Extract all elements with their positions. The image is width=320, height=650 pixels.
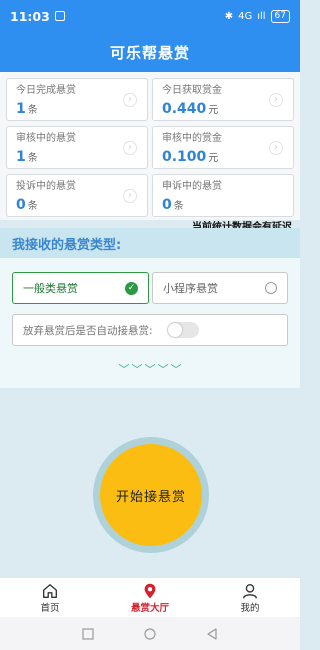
chevron-right-icon: ›: [269, 93, 283, 107]
bluetooth-icon: ✱: [224, 10, 234, 22]
stat-label: 投诉中的悬赏: [16, 181, 76, 192]
stat-unit: 条: [27, 105, 38, 116]
auto-accept-row: 放弃悬赏后是否自动接悬赏:: [12, 314, 288, 346]
stat-card-appeals[interactable]: 申诉中的悬赏 0条: [152, 174, 294, 217]
location-pin-icon: [144, 583, 156, 598]
home-circle-icon[interactable]: [144, 627, 156, 640]
stat-card-complaints[interactable]: 投诉中的悬赏 0条 ›: [6, 174, 148, 217]
stat-unit: 元: [208, 153, 219, 164]
tab-home[interactable]: 首页: [0, 578, 100, 617]
start-accepting-button[interactable]: 开始接悬赏: [100, 444, 202, 546]
status-bar: 11:03 ✱ 4G ıll 67: [0, 0, 300, 32]
page-title: 可乐帮悬赏: [0, 32, 300, 72]
option-label: 一般类悬赏: [23, 282, 78, 295]
tab-reward-hall[interactable]: 悬赏大厅: [100, 578, 200, 617]
system-nav-bar: [0, 617, 300, 650]
chevron-right-icon: ›: [269, 141, 283, 155]
stat-value: 0: [16, 197, 26, 213]
chevron-right-icon: ›: [123, 189, 137, 203]
stat-card-today-completed[interactable]: 今日完成悬赏 1条 ›: [6, 78, 148, 121]
signal-icon: ıll: [257, 10, 266, 22]
auto-accept-toggle[interactable]: [166, 322, 199, 338]
stat-unit: 元: [208, 105, 219, 116]
stat-value: 0.440: [162, 101, 207, 117]
stat-value: 1: [16, 149, 26, 165]
reward-type-panel: 一般类悬赏 ✓ 小程序悬赏 放弃悬赏后是否自动接悬赏: ﹀ ﹀ ﹀ ﹀ ﹀: [0, 258, 300, 388]
stat-label: 今日获取赏金: [162, 85, 222, 96]
stat-value: 0: [162, 197, 172, 213]
stat-card-reviewing-reward[interactable]: 审核中的赏金 0.100 元 ›: [152, 126, 294, 169]
stats-panel: 今日完成悬赏 1条 › 今日获取赏金 0.440 元 › 审核中的悬赏 1条 › …: [0, 72, 300, 220]
notification-icon: [54, 11, 65, 21]
stat-value: 0.100: [162, 149, 207, 165]
stat-label: 今日完成悬赏: [16, 85, 76, 96]
status-time: 11:03: [10, 8, 50, 24]
tab-label: 我的: [240, 602, 260, 614]
user-icon: [243, 583, 257, 598]
checkmark-icon: ✓: [125, 281, 138, 295]
radio-icon: [265, 282, 277, 294]
expand-more-icon[interactable]: ﹀ ﹀ ﹀ ﹀ ﹀: [110, 361, 190, 376]
stat-label: 申诉中的悬赏: [162, 181, 222, 192]
stat-value: 1: [16, 101, 26, 117]
option-label: 小程序悬赏: [163, 282, 218, 295]
option-miniprogram-reward[interactable]: 小程序悬赏: [152, 272, 288, 304]
chevron-right-icon: ›: [123, 93, 137, 107]
option-general-reward[interactable]: 一般类悬赏 ✓: [12, 272, 149, 304]
auto-accept-label: 放弃悬赏后是否自动接悬赏:: [23, 324, 153, 337]
stat-label: 审核中的悬赏: [16, 133, 76, 144]
stat-unit: 条: [27, 201, 38, 212]
home-icon: [43, 583, 57, 598]
status-indicators: ✱ 4G ıll 67: [224, 9, 290, 23]
stat-unit: 条: [27, 153, 38, 164]
toggle-knob: [167, 323, 182, 337]
tab-profile[interactable]: 我的: [200, 578, 300, 617]
stat-card-reviewing-tasks[interactable]: 审核中的悬赏 1条 ›: [6, 126, 148, 169]
battery-icon: 67: [270, 9, 290, 23]
bottom-tabbar: 首页 悬赏大厅 我的: [0, 577, 300, 617]
battery-level: 67: [274, 10, 286, 21]
tab-label: 首页: [40, 602, 60, 614]
back-triangle-icon[interactable]: [206, 627, 218, 640]
network-label: 4G: [238, 10, 253, 22]
stat-unit: 条: [173, 201, 184, 212]
tab-label: 悬赏大厅: [130, 602, 169, 614]
chevron-right-icon: ›: [123, 141, 137, 155]
stat-label: 审核中的赏金: [162, 133, 222, 144]
stat-card-today-reward[interactable]: 今日获取赏金 0.440 元 ›: [152, 78, 294, 121]
reward-type-title: 我接收的悬赏类型:: [0, 228, 300, 258]
recent-apps-icon[interactable]: [82, 627, 94, 640]
